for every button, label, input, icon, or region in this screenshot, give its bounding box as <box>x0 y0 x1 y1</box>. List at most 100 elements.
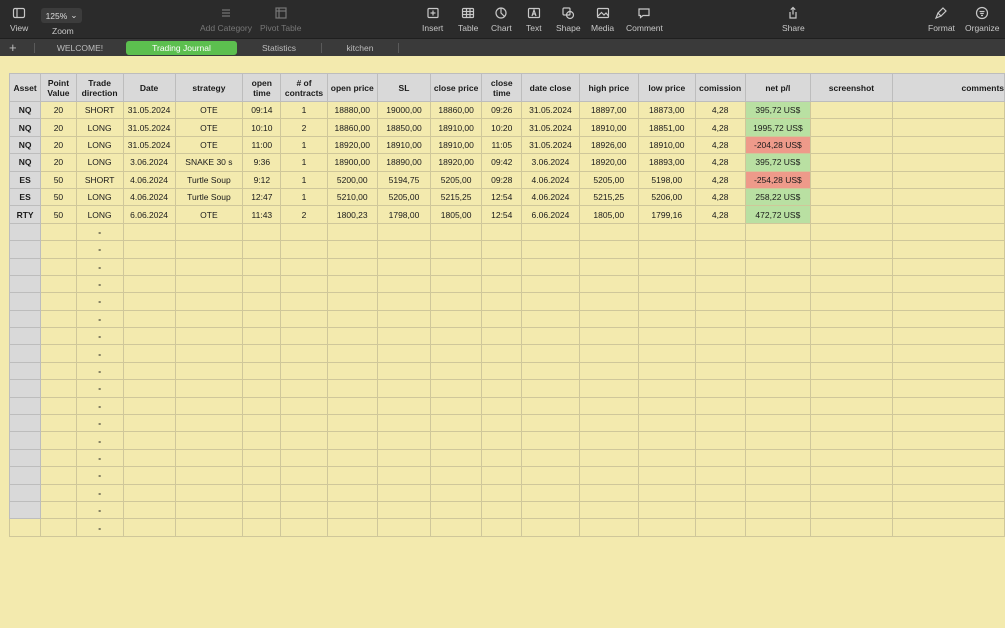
table-cell[interactable] <box>280 344 328 363</box>
table-cell[interactable] <box>429 274 483 294</box>
table-cell[interactable] <box>429 344 483 363</box>
table-cell[interactable]: 5205,00 <box>578 170 639 189</box>
table-cell[interactable] <box>122 309 176 329</box>
table-cell[interactable] <box>481 240 523 259</box>
table-cell[interactable]: 1805,00 <box>429 205 483 224</box>
table-cell[interactable] <box>326 448 378 468</box>
table-cell[interactable] <box>242 483 282 502</box>
table-cell[interactable]: 31.05.2024 <box>122 118 176 137</box>
table-cell[interactable] <box>694 344 746 363</box>
column-header[interactable]: SL <box>376 73 432 102</box>
column-header[interactable]: date close <box>521 73 580 102</box>
table-cell[interactable] <box>891 500 1005 520</box>
table-cell[interactable]: 1 <box>280 135 328 155</box>
table-cell[interactable] <box>174 379 244 398</box>
table-cell[interactable] <box>521 379 580 398</box>
table-cell[interactable] <box>810 327 893 346</box>
table-cell[interactable] <box>694 257 746 276</box>
table-cell[interactable]: 18920,00 <box>429 153 483 172</box>
table-cell[interactable] <box>810 500 893 520</box>
table-cell[interactable] <box>578 361 639 381</box>
asset-cell[interactable] <box>8 448 42 468</box>
table-cell[interactable] <box>326 361 378 381</box>
table-cell[interactable] <box>637 222 696 242</box>
table-cell[interactable] <box>694 274 746 294</box>
table-cell[interactable] <box>174 222 244 242</box>
footer-cell[interactable] <box>40 518 77 538</box>
media-button[interactable]: Media <box>591 6 614 33</box>
table-cell[interactable]: OTE <box>174 100 244 120</box>
table-cell[interactable] <box>810 274 893 294</box>
table-cell[interactable] <box>521 309 580 329</box>
table-cell[interactable] <box>744 431 812 450</box>
table-cell[interactable] <box>376 222 432 242</box>
table-cell[interactable]: 11:05 <box>481 135 523 155</box>
table-cell[interactable] <box>174 240 244 259</box>
table-cell[interactable] <box>429 292 483 311</box>
footer-cell[interactable] <box>174 518 244 538</box>
table-cell[interactable] <box>891 222 1005 242</box>
table-cell[interactable]: 11:00 <box>242 135 282 155</box>
table-cell[interactable] <box>376 361 432 381</box>
table-cell[interactable] <box>810 396 893 416</box>
table-cell[interactable]: 18910,00 <box>578 118 639 137</box>
table-cell[interactable]: SNAKE 30 s <box>174 153 244 172</box>
table-cell[interactable] <box>481 396 523 416</box>
table-cell[interactable] <box>694 414 746 433</box>
table-cell[interactable] <box>694 483 746 502</box>
table-cell[interactable]: 4.06.2024 <box>521 187 580 207</box>
table-cell[interactable] <box>326 414 378 433</box>
table-cell[interactable] <box>810 135 893 155</box>
table-cell[interactable] <box>810 292 893 311</box>
table-cell[interactable] <box>578 379 639 398</box>
column-header[interactable]: low price <box>637 73 696 102</box>
asset-cell[interactable] <box>8 431 42 450</box>
table-cell[interactable] <box>40 431 77 450</box>
table-cell[interactable]: SHORT <box>75 100 124 120</box>
column-header[interactable]: Point Value <box>40 73 77 102</box>
table-cell[interactable] <box>326 240 378 259</box>
table-cell[interactable] <box>578 327 639 346</box>
table-cell[interactable] <box>280 309 328 329</box>
table-cell[interactable]: 9:36 <box>242 153 282 172</box>
table-cell[interactable] <box>326 327 378 346</box>
table-cell[interactable] <box>481 379 523 398</box>
table-cell[interactable]: 5205,00 <box>376 187 432 207</box>
table-cell[interactable]: 5200,00 <box>326 170 378 189</box>
table-cell[interactable] <box>429 361 483 381</box>
table-cell[interactable] <box>174 466 244 485</box>
net-pl-cell[interactable]: 258,22 US$ <box>744 187 812 207</box>
table-cell[interactable] <box>242 414 282 433</box>
table-cell[interactable]: 09:26 <box>481 100 523 120</box>
table-cell[interactable] <box>891 170 1005 189</box>
table-cell[interactable]: 1 <box>280 153 328 172</box>
table-cell[interactable] <box>810 100 893 120</box>
table-cell[interactable]: 18900,00 <box>326 153 378 172</box>
table-cell[interactable] <box>637 448 696 468</box>
table-cell[interactable] <box>744 396 812 416</box>
table-cell[interactable] <box>481 466 523 485</box>
table-cell[interactable] <box>637 327 696 346</box>
footer-cell[interactable] <box>637 518 696 538</box>
table-cell[interactable]: 18860,00 <box>429 100 483 120</box>
table-cell[interactable] <box>242 292 282 311</box>
table-cell[interactable]: 1805,00 <box>578 205 639 224</box>
table-cell[interactable] <box>242 448 282 468</box>
table-cell[interactable]: 5198,00 <box>637 170 696 189</box>
table-cell[interactable]: 4,28 <box>694 187 746 207</box>
table-cell[interactable] <box>578 240 639 259</box>
table-cell[interactable] <box>40 396 77 416</box>
table-cell[interactable]: 18880,00 <box>326 100 378 120</box>
table-cell[interactable] <box>481 500 523 520</box>
table-cell[interactable] <box>280 414 328 433</box>
table-cell[interactable] <box>744 466 812 485</box>
table-cell[interactable] <box>429 466 483 485</box>
chart-button[interactable]: Chart <box>491 6 512 33</box>
table-cell[interactable] <box>429 448 483 468</box>
table-cell[interactable] <box>521 431 580 450</box>
table-cell[interactable]: 20 <box>40 118 77 137</box>
table-cell[interactable] <box>810 483 893 502</box>
table-cell[interactable] <box>174 344 244 363</box>
table-cell[interactable]: 18890,00 <box>376 153 432 172</box>
table-cell[interactable] <box>521 396 580 416</box>
